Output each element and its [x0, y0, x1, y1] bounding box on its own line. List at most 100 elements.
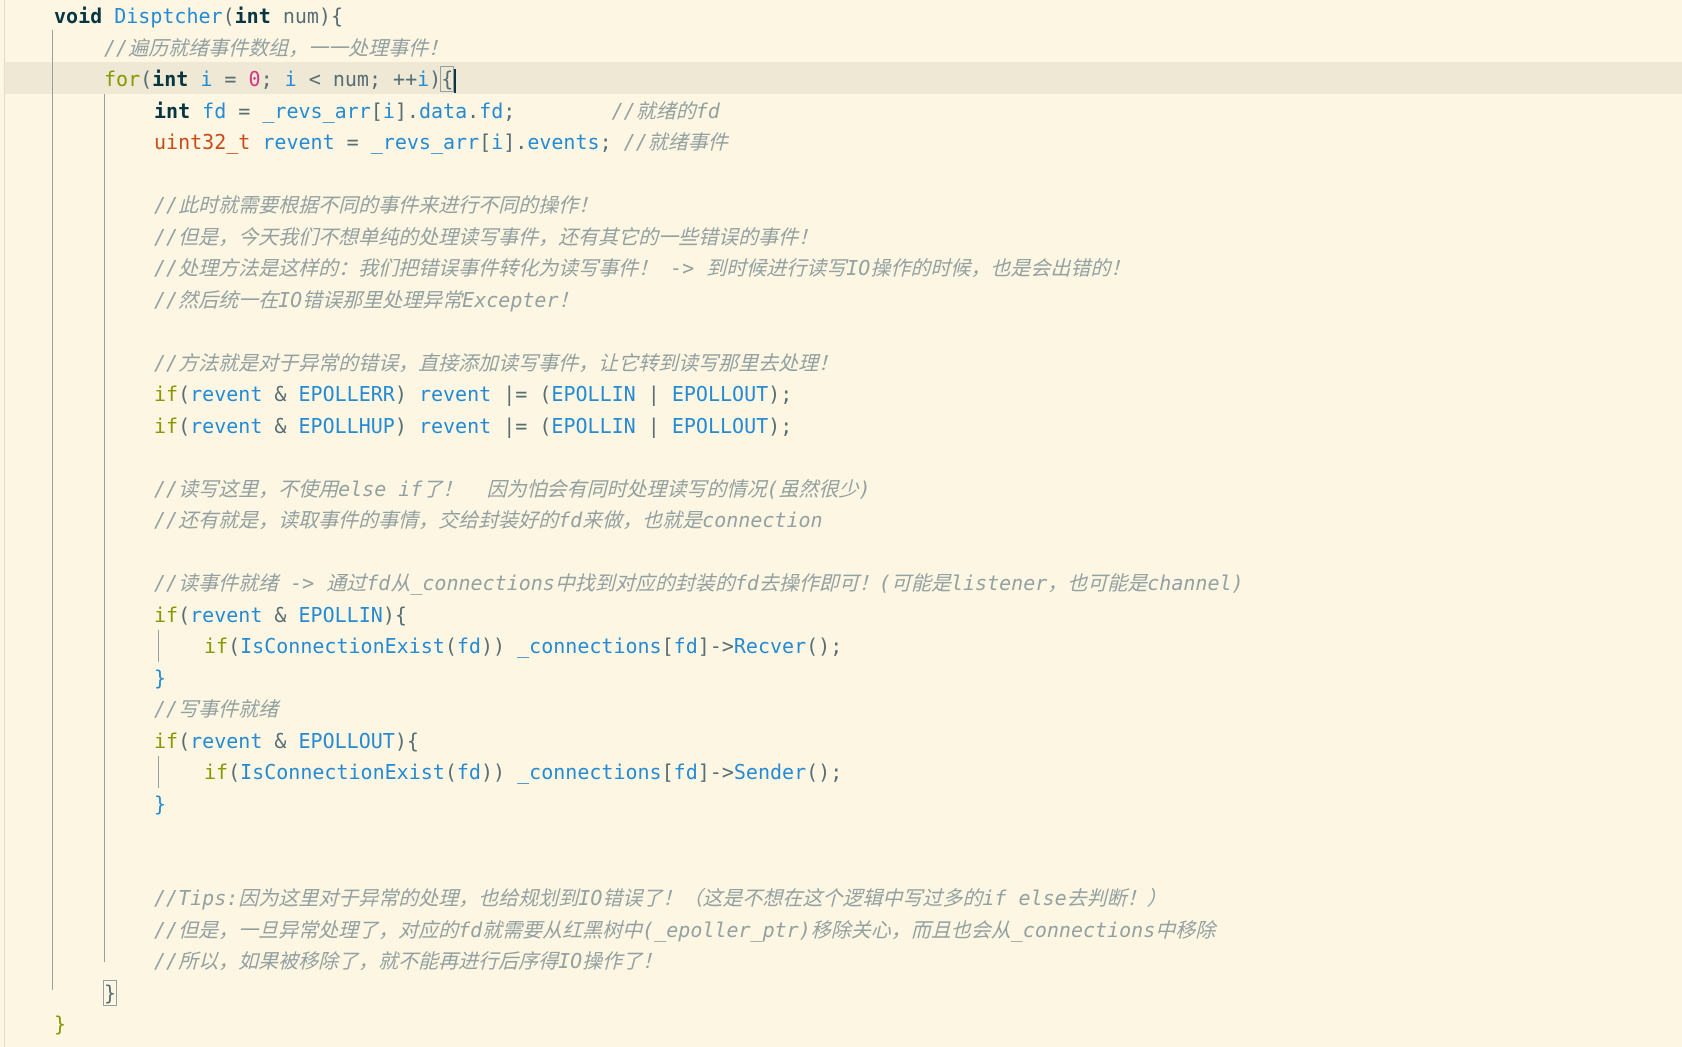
code-token: ]->: [697, 634, 734, 658]
code-token: if: [154, 729, 179, 753]
code-token: ): [429, 67, 442, 91]
code-token: =: [334, 130, 371, 154]
code-token: =: [212, 67, 249, 91]
code-token: //然后统一在IO错误那里处理异常Excepter！: [154, 288, 579, 312]
code-token: (: [222, 4, 235, 28]
code-token: //所以，如果被移除了，就不能再进行后序得IO操作了！: [154, 949, 663, 973]
code-line[interactable]: //方法就是对于异常的错误，直接添加读写事件，让它转到读写那里去处理！: [154, 347, 838, 379]
code-token: EPOLLHUP: [298, 414, 395, 438]
code-token: ;: [599, 130, 624, 154]
code-token: //写事件就绪: [154, 697, 279, 721]
code-token: int: [154, 99, 203, 123]
code-line[interactable]: //但是，一旦异常处理了，对应的fd就需要从红黑树中(_epoller_ptr)…: [154, 914, 1215, 946]
code-token: (: [178, 603, 191, 627]
code-token: fd: [479, 99, 504, 123]
code-token: }: [154, 792, 167, 816]
code-token: EPOLLIN: [298, 603, 383, 627]
code-line[interactable]: //读事件就绪 -> 通过fd从_connections中找到对应的封装的fd去…: [154, 567, 1244, 599]
code-token: );: [768, 414, 793, 438]
code-token: &: [262, 382, 299, 406]
code-token: ].: [394, 99, 419, 123]
code-token: num){: [282, 4, 344, 28]
code-token: Disptcher: [114, 4, 223, 28]
code-line[interactable]: //但是，今天我们不想单纯的处理读写事件，还有其它的一些错误的事件！: [154, 221, 818, 253]
code-token: (: [140, 67, 153, 91]
code-token: }: [54, 1012, 67, 1036]
code-token: fd: [202, 99, 227, 123]
code-token: ].: [503, 130, 528, 154]
code-line[interactable]: //还有就是，读取事件的事情，交给封装好的fd来做，也就是connection: [154, 504, 823, 536]
code-line[interactable]: //遍历就绪事件数组，一一处理事件！: [104, 32, 448, 64]
code-token: EPOLLIN: [551, 382, 636, 406]
code-token: |= (: [491, 414, 552, 438]
code-token: );: [768, 382, 793, 406]
code-token: //Tips:因为这里对于异常的处理，也给规划到IO错误了！（这是不想在这个逻辑…: [154, 886, 1167, 910]
code-line[interactable]: int fd = _revs_arr[i].data.fd; //就绪的fd: [154, 95, 720, 127]
code-line[interactable]: }: [154, 788, 166, 820]
code-token: revent: [190, 603, 263, 627]
code-line[interactable]: }: [154, 662, 166, 694]
code-line[interactable]: if(IsConnectionExist(fd)) _connections[f…: [204, 756, 842, 788]
code-token: i: [417, 67, 430, 91]
code-token: //此时就需要根据不同的事件来进行不同的操作！: [154, 193, 599, 217]
code-line[interactable]: if(revent & EPOLLERR) revent |= (EPOLLIN…: [154, 378, 792, 410]
code-token: < num; ++: [296, 67, 418, 91]
code-token: ){: [394, 729, 419, 753]
code-token: IsConnectionExist: [240, 634, 445, 658]
code-token: &: [262, 603, 299, 627]
code-token: //处理方法是这样的：我们把错误事件转化为读写事件！ -> 到时候进行读写IO操…: [154, 256, 1131, 280]
code-token: EPOLLOUT: [671, 414, 769, 438]
code-token: _connections: [517, 634, 662, 658]
code-token: i: [200, 67, 213, 91]
code-line[interactable]: //然后统一在IO错误那里处理异常Excepter！: [154, 284, 579, 316]
code-line[interactable]: if(revent & EPOLLIN){: [154, 599, 407, 631]
code-token: revent: [190, 414, 263, 438]
code-token: (: [178, 382, 191, 406]
code-token: for: [104, 67, 141, 91]
code-token: if: [154, 382, 179, 406]
code-token: revent: [418, 414, 492, 438]
code-token: //遍历就绪事件数组，一一处理事件！: [104, 36, 449, 60]
code-token: int: [234, 4, 283, 28]
code-token: [: [661, 634, 674, 658]
code-line[interactable]: for(int i = 0; i < num; ++i){: [104, 63, 457, 95]
code-line[interactable]: uint32_t revent = _revs_arr[i].events; /…: [154, 126, 728, 158]
code-token: _connections: [517, 760, 662, 784]
code-token: revent: [190, 729, 263, 753]
code-token: i: [491, 130, 504, 154]
code-token: IsConnectionExist: [240, 760, 445, 784]
code-line[interactable]: void Disptcher(int num){: [54, 0, 343, 32]
code-token: EPOLLOUT: [671, 382, 769, 406]
code-token: events: [527, 130, 600, 154]
code-line[interactable]: //写事件就绪: [154, 693, 278, 725]
indent-guide-level-3: [158, 630, 159, 662]
code-token: fd: [673, 760, 698, 784]
code-line[interactable]: if(revent & EPOLLHUP) revent |= (EPOLLIN…: [154, 410, 792, 442]
code-token: _revs_arr: [262, 99, 371, 123]
code-token: ): [394, 382, 419, 406]
code-token: i: [382, 99, 395, 123]
code-token: //就绪事件: [623, 130, 728, 154]
code-line[interactable]: //此时就需要根据不同的事件来进行不同的操作！: [154, 189, 598, 221]
code-token: revent: [418, 382, 492, 406]
code-token: i: [284, 67, 297, 91]
code-token: [: [479, 130, 492, 154]
code-token: if: [154, 414, 179, 438]
code-line[interactable]: }: [102, 977, 118, 1009]
code-line[interactable]: }: [54, 1008, 66, 1040]
code-token: &: [262, 729, 299, 753]
code-line[interactable]: //Tips:因为这里对于异常的处理，也给规划到IO错误了！（这是不想在这个逻辑…: [154, 882, 1167, 914]
code-line[interactable]: //所以，如果被移除了，就不能再进行后序得IO操作了！: [154, 945, 662, 977]
code-token: =: [226, 99, 263, 123]
code-token: revent: [190, 382, 263, 406]
code-token: (: [178, 414, 191, 438]
code-token: &: [262, 414, 299, 438]
code-line[interactable]: //处理方法是这样的：我们把错误事件转化为读写事件！ -> 到时候进行读写IO操…: [154, 252, 1130, 284]
code-line[interactable]: if(IsConnectionExist(fd)) _connections[f…: [204, 630, 842, 662]
code-line[interactable]: //读写这里，不使用else if了！ 因为怕会有同时处理读写的情况(虽然很少): [154, 473, 871, 505]
code-token: //读写这里，不使用else if了！ 因为怕会有同时处理读写的情况(虽然很少): [154, 477, 871, 501]
code-token: int: [152, 67, 201, 91]
code-token: ();: [806, 760, 843, 784]
code-token: ): [394, 414, 419, 438]
code-line[interactable]: if(revent & EPOLLOUT){: [154, 725, 419, 757]
